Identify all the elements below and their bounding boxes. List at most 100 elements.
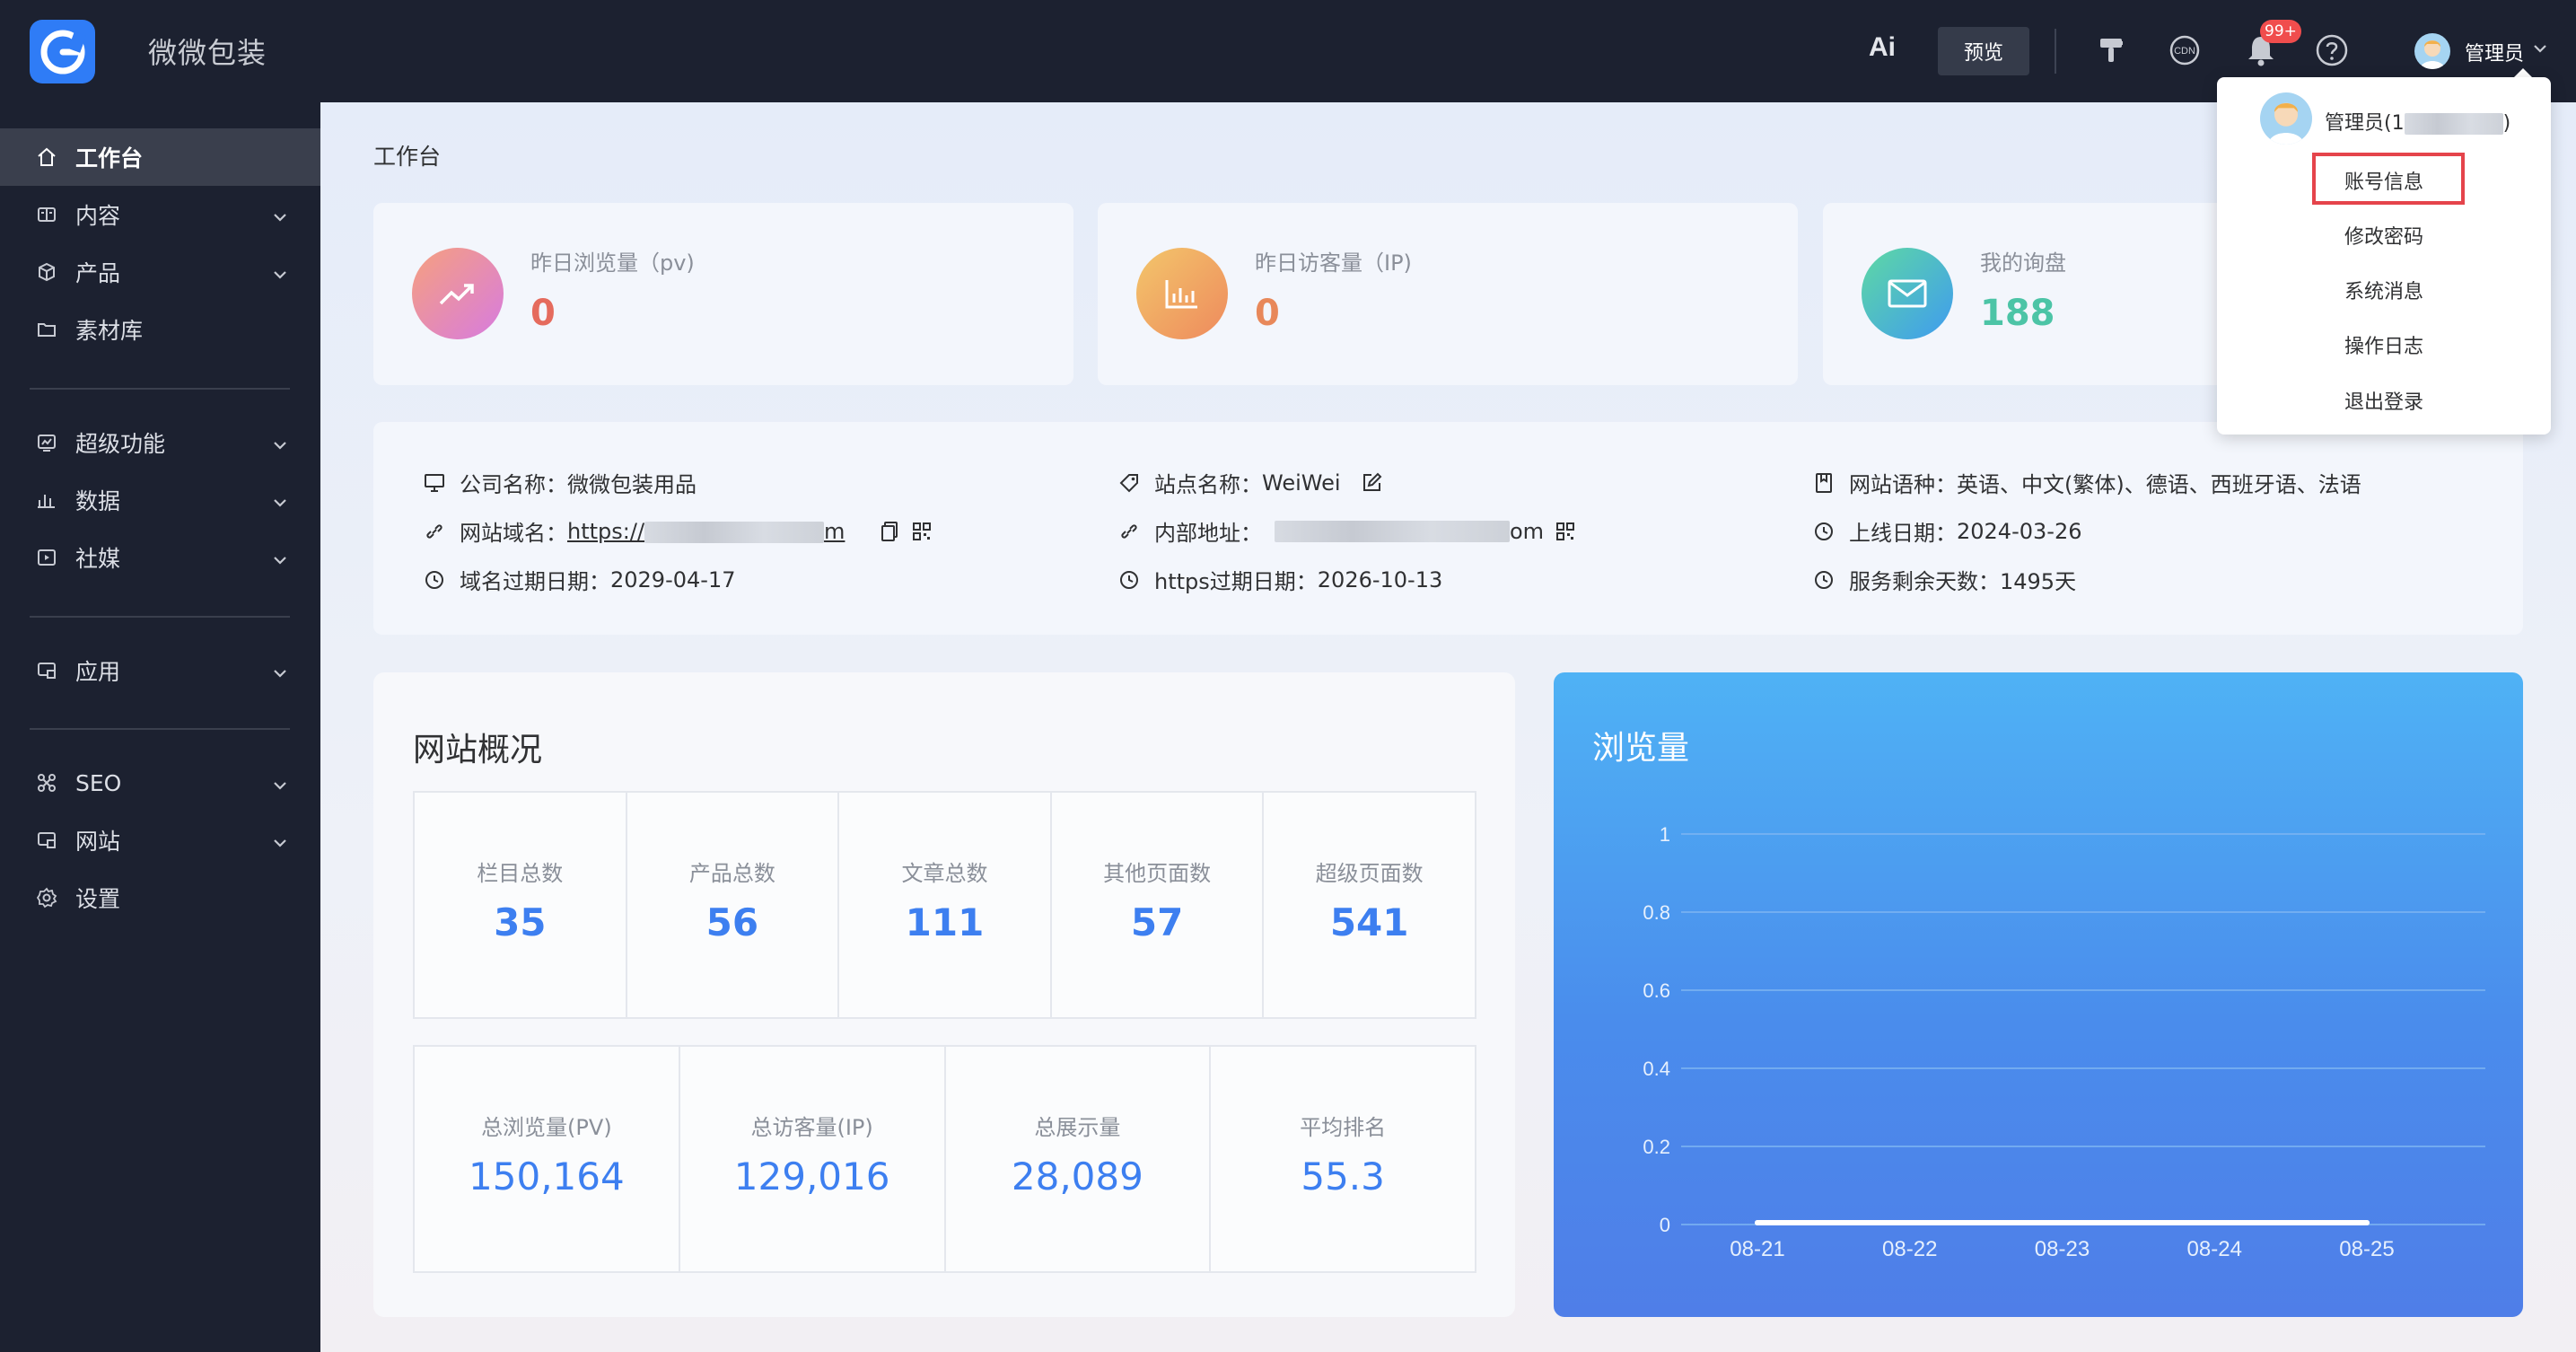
domain-expiry-label: 域名过期日期：	[460, 569, 610, 594]
remaining-days-label: 服务剩余天数：	[1849, 569, 2000, 594]
cdn-icon[interactable]: CDN	[2165, 31, 2204, 70]
languages-row: 网站语种： 英语、中文(繁体)、德语、西班牙语、法语	[1811, 467, 2361, 498]
user-name[interactable]: 管理员	[2465, 38, 2524, 66]
stat-value: 0	[1255, 293, 1280, 334]
chevron-down-icon[interactable]	[2531, 40, 2549, 61]
edit-icon[interactable]	[1359, 470, 1384, 496]
overview-label: 其他页面数	[1103, 861, 1212, 886]
sidebar-item-product[interactable]: 产品	[0, 243, 320, 301]
sidebar-item-social[interactable]: 社媒	[0, 529, 320, 586]
sidebar-item-label: 设置	[75, 886, 121, 912]
redacted-internal-address	[1275, 520, 1510, 542]
overview-cell-avg-rank: 平均排名 55.3	[1211, 1047, 1475, 1271]
overview-cell-columns[interactable]: 栏目总数 35	[415, 793, 627, 1017]
mail-icon	[1862, 248, 1953, 339]
chart-x-tick-label: 08-21	[1730, 1237, 1784, 1261]
overview-label: 超级页面数	[1315, 861, 1424, 886]
top-bar: 微微包装 Ai 预览 CDN 99+ 管理员	[0, 0, 2576, 102]
sidebar-item-settings[interactable]: 设置	[0, 869, 320, 926]
brush-icon[interactable]	[2091, 31, 2131, 70]
chart-x-tick-label: 08-23	[2035, 1237, 2090, 1261]
https-expiry-label: https过期日期：	[1154, 569, 1318, 594]
notification-badge: 99+	[2260, 20, 2301, 43]
app-logo-icon[interactable]	[30, 20, 95, 83]
sidebar-item-label: 素材库	[75, 318, 144, 344]
sidebar-item-apps[interactable]: 应用	[0, 642, 320, 699]
super-icon	[34, 430, 59, 455]
dropdown-avatar	[2260, 92, 2312, 145]
domain-link[interactable]: https:// m	[567, 519, 845, 544]
sidebar-divider	[30, 388, 290, 390]
menu-item-account-info[interactable]: 账号信息	[2217, 166, 2551, 195]
company-label: 公司名称：	[460, 472, 567, 497]
overview-cell-total-ip: 总访客量(IP) 129,016	[680, 1047, 946, 1271]
qrcode-icon[interactable]	[1553, 519, 1578, 544]
sidebar-item-workbench[interactable]: 工作台	[0, 128, 320, 186]
overview-label: 总访客量(IP)	[750, 1115, 873, 1140]
chart-data-point	[1906, 1220, 1913, 1225]
chevron-down-icon	[271, 549, 289, 575]
chevron-down-icon	[271, 662, 289, 688]
clock-icon	[1811, 519, 1836, 544]
user-avatar[interactable]	[2414, 33, 2450, 69]
redacted-domain	[644, 521, 825, 543]
chart-y-tick-label: 0	[1660, 1214, 1670, 1236]
menu-item-operation-log[interactable]: 操作日志	[2217, 330, 2551, 359]
languages-value: 英语、中文(繁体)、德语、西班牙语、法语	[1957, 472, 2361, 497]
preview-button[interactable]: 预览	[1938, 27, 2029, 75]
help-icon[interactable]	[2312, 31, 2352, 70]
overview-label: 栏目总数	[477, 861, 564, 886]
overview-value: 28,089	[1011, 1154, 1143, 1198]
page-title: 工作台	[373, 144, 442, 170]
menu-item-change-password[interactable]: 修改密码	[2217, 221, 2551, 250]
stat-value: 188	[1980, 293, 2055, 334]
sidebar-item-data[interactable]: 数据	[0, 471, 320, 529]
dropdown-name-suffix: )	[2502, 112, 2511, 135]
internal-address-row: 内部地址： om	[1117, 515, 1590, 547]
sidebar-divider	[30, 728, 290, 730]
overview-cell-products[interactable]: 产品总数 56	[627, 793, 840, 1017]
data-icon	[34, 487, 59, 513]
languages-label: 网站语种：	[1849, 472, 1957, 497]
content-icon	[34, 202, 59, 227]
overview-label: 产品总数	[688, 861, 775, 886]
sidebar-item-seo[interactable]: SEO	[0, 754, 320, 812]
domain-prefix: https://	[567, 518, 645, 544]
chart-x-tick-label: 08-24	[2187, 1237, 2242, 1261]
pageviews-line-chart: 0 0.2 0.4 0.6 0.8 1 08-21 08-22 08-23 08-24 08-25	[1643, 823, 2485, 1261]
stat-label: 昨日访客量（IP)	[1255, 250, 1412, 276]
menu-item-logout[interactable]: 退出登录	[2217, 386, 2551, 415]
site-name-value: WeiWei	[1262, 470, 1341, 496]
overview-cell-super-pages[interactable]: 超级页面数 541	[1264, 793, 1475, 1017]
sidebar-item-media[interactable]: 素材库	[0, 301, 320, 358]
chart-y-tick-label: 0.6	[1643, 979, 1670, 1002]
overview-value: 35	[494, 900, 547, 944]
chart-y-tick-label: 0.4	[1643, 1058, 1670, 1080]
sidebar-item-super[interactable]: 超级功能	[0, 414, 320, 471]
qrcode-icon[interactable]	[909, 519, 934, 544]
seo-icon	[34, 770, 59, 795]
sidebar-item-website[interactable]: 网站	[0, 812, 320, 869]
https-expiry-value: 2026-10-13	[1317, 566, 1443, 593]
ai-button[interactable]: Ai	[1869, 32, 1896, 63]
clock-icon	[1117, 567, 1142, 593]
product-icon	[34, 259, 59, 285]
user-dropdown-menu: 管理员(1) 账号信息 修改密码 系统消息 操作日志 退出登录	[2217, 77, 2551, 435]
overview-value: 55.3	[1301, 1154, 1385, 1198]
overview-cell-total-pv: 总浏览量(PV) 150,164	[415, 1047, 680, 1271]
copy-icon[interactable]	[877, 519, 902, 544]
overview-cell-other-pages[interactable]: 其他页面数 57	[1052, 793, 1265, 1017]
menu-item-system-messages[interactable]: 系统消息	[2217, 276, 2551, 304]
https-expiry-row: https过期日期： 2026-10-13	[1117, 564, 1442, 595]
chart-data-point	[1755, 1220, 1760, 1225]
chart-y-tick-label: 0.2	[1643, 1136, 1670, 1158]
domain-suffix: m	[824, 518, 846, 544]
sidebar-item-label: 内容	[75, 203, 121, 229]
website-icon	[34, 828, 59, 853]
trend-icon	[412, 248, 504, 339]
monitor-icon	[422, 470, 447, 496]
sidebar-item-content[interactable]: 内容	[0, 186, 320, 243]
pageviews-chart-card: 浏览量 0 0.2 0.4 0.6 0.8 1 08-21 08-22 08-23 08-24 08…	[1554, 672, 2523, 1317]
chart-y-tick-label: 0.8	[1643, 901, 1670, 924]
overview-cell-articles[interactable]: 文章总数 111	[839, 793, 1052, 1017]
